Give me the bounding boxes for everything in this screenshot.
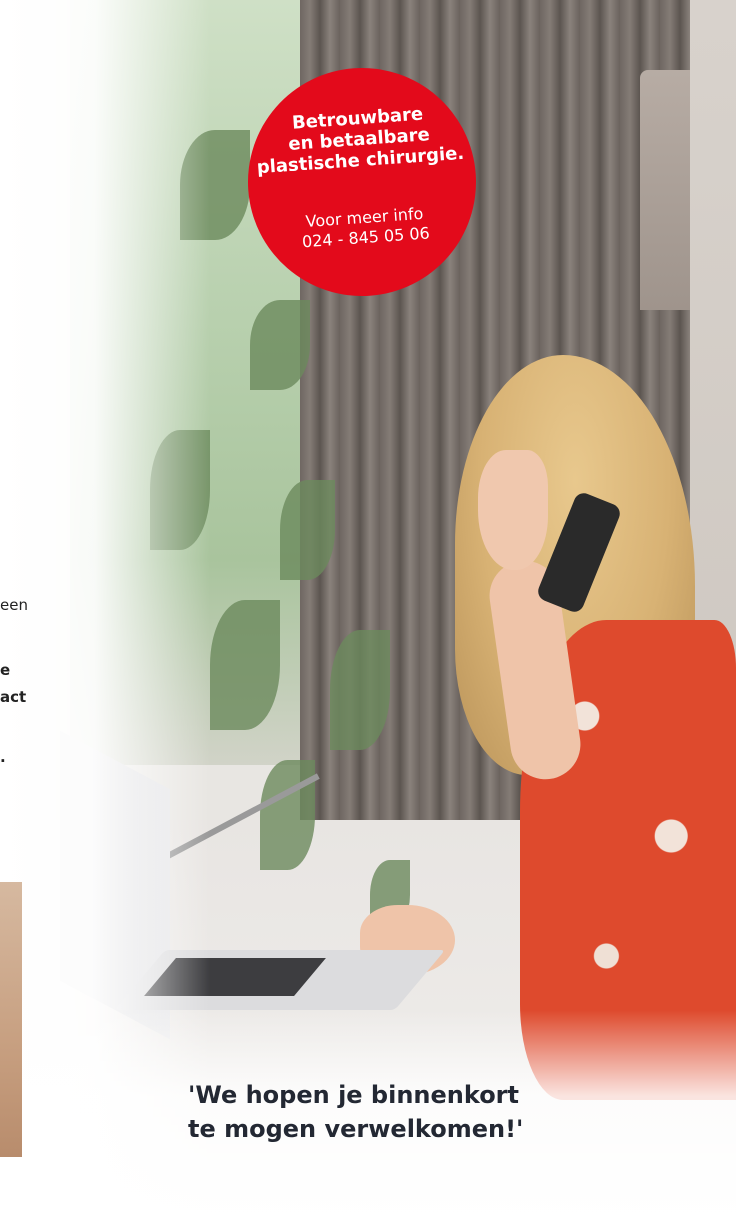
badge-headline: Betrouwbare en betaalbare plastische chi… bbox=[243, 100, 475, 179]
badge-contact: Voor meer info 024 - 845 05 06 bbox=[250, 200, 480, 256]
cropped-inset-photo bbox=[0, 882, 22, 1157]
plant-leaf bbox=[250, 300, 310, 390]
plant-leaf bbox=[210, 600, 280, 730]
quote-line: 'We hopen je binnenkort bbox=[188, 1081, 519, 1109]
left-text-fragment: . bbox=[0, 748, 6, 766]
left-text-fragment: een bbox=[0, 596, 28, 614]
brochure-page: een e act . Betrouwbare en betaalbare pl… bbox=[0, 0, 736, 1225]
woman-face bbox=[478, 450, 548, 570]
welcome-quote: 'We hopen je binnenkort te mogen verwelk… bbox=[188, 1078, 608, 1146]
plant-leaf bbox=[330, 630, 390, 750]
plant-leaf bbox=[280, 480, 335, 580]
plant-leaf bbox=[260, 760, 315, 870]
left-text-fragment: e bbox=[0, 661, 11, 679]
left-text-fragment: act bbox=[0, 688, 27, 706]
quote-line: te mogen verwelkomen!' bbox=[188, 1115, 524, 1143]
